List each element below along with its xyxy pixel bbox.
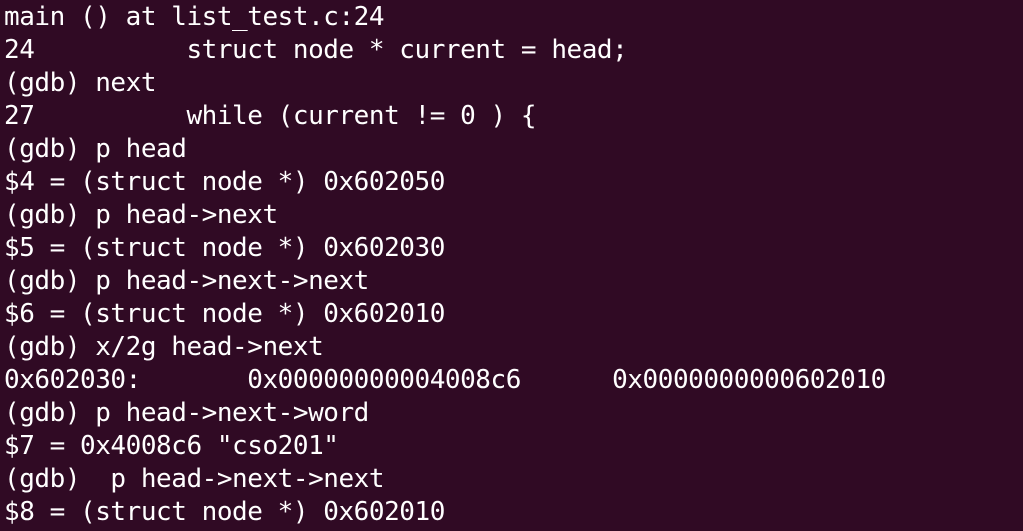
gdb-command-print-head-next-next: (gdb) p head->next->next xyxy=(4,266,369,296)
gdb-output-8: $8 = (struct node *) 0x602010 xyxy=(4,497,445,527)
gdb-output-6: $6 = (struct node *) 0x602010 xyxy=(4,299,445,329)
gdb-command-next: (gdb) next xyxy=(4,68,157,98)
gdb-command-print-head-next: (gdb) p head->next xyxy=(4,200,278,230)
source-line-24: 24 struct node * current = head; xyxy=(4,35,628,65)
gdb-output-5: $5 = (struct node *) 0x602030 xyxy=(4,233,445,263)
gdb-memory-dump: 0x602030: 0x00000000004008c6 0x000000000… xyxy=(4,365,886,395)
gdb-output-7: $7 = 0x4008c6 "cso201" xyxy=(4,431,339,461)
gdb-command-print-head: (gdb) p head xyxy=(4,134,187,164)
gdb-command-print-head-next-next-2: (gdb) p head->next->next xyxy=(4,464,385,494)
gdb-output-4: $4 = (struct node *) 0x602050 xyxy=(4,167,445,197)
gdb-frame-line: main () at list_test.c:24 xyxy=(4,2,385,32)
gdb-command-print-word: (gdb) p head->next->word xyxy=(4,398,369,428)
terminal-window[interactable]: main () at list_test.c:24 24 struct node… xyxy=(0,0,1023,531)
gdb-command-examine: (gdb) x/2g head->next xyxy=(4,332,324,362)
source-line-27: 27 while (current != 0 ) { xyxy=(4,101,537,131)
